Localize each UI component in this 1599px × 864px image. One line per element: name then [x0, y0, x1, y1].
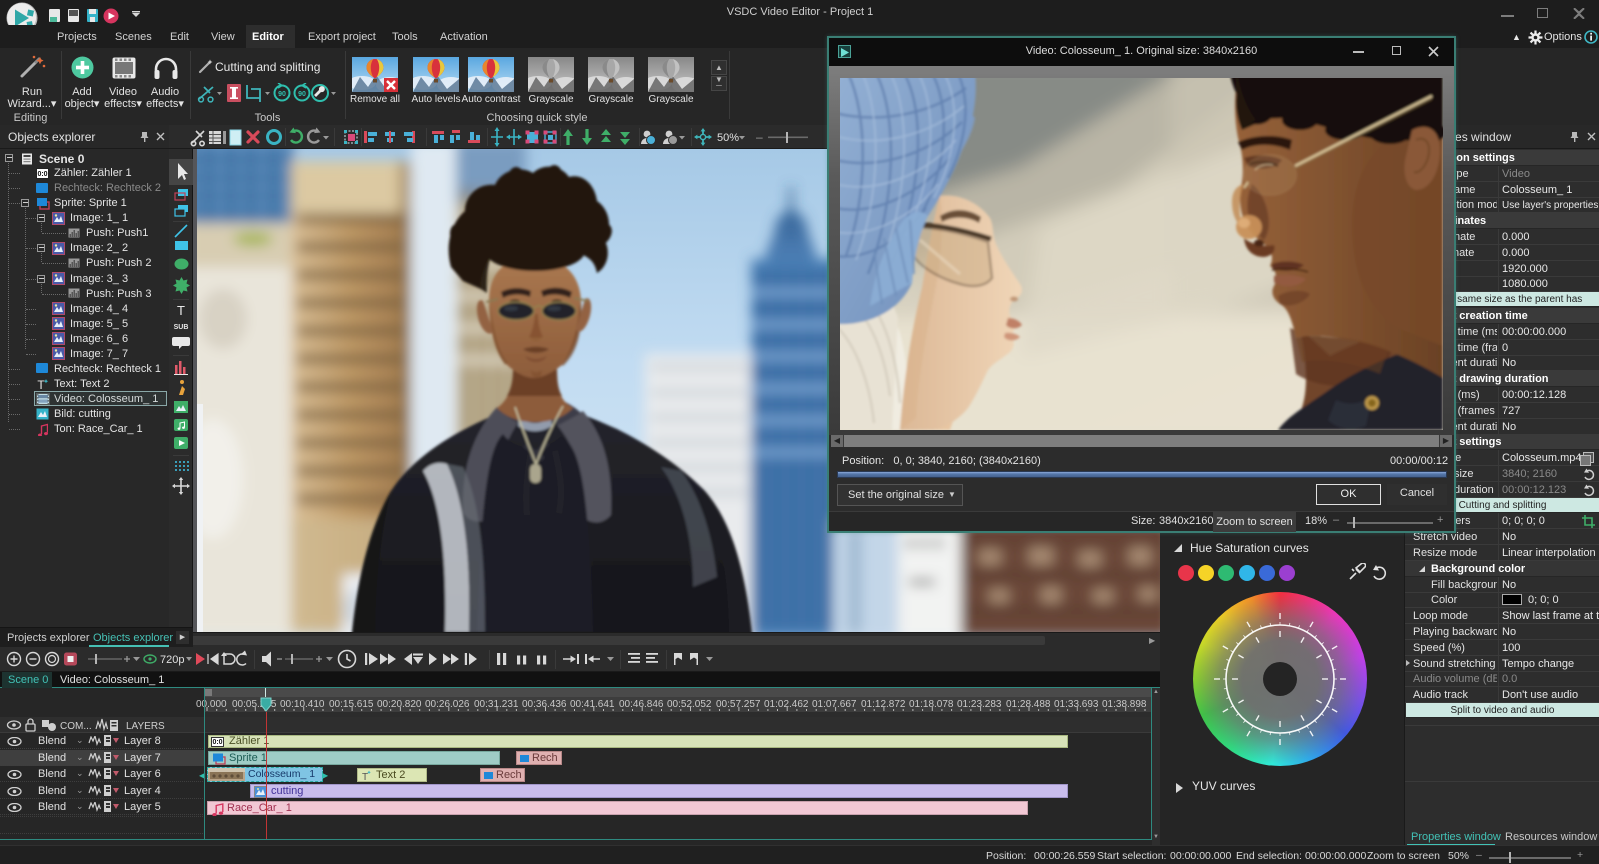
svg-text:T: T [37, 378, 45, 391]
svg-text:720p: 720p [160, 654, 184, 666]
svg-text:90: 90 [278, 91, 286, 98]
svg-text:90: 90 [298, 91, 306, 98]
svg-text:COM...: COM... [60, 721, 92, 732]
svg-text:LAYERS: LAYERS [126, 721, 165, 732]
svg-text:T: T [362, 772, 368, 781]
svg-text:SUB: SUB [174, 324, 189, 331]
svg-text:–: – [756, 130, 763, 144]
svg-text:0:0: 0:0 [37, 171, 47, 178]
svg-text:T: T [177, 303, 185, 318]
svg-text:50%: 50% [717, 132, 739, 144]
